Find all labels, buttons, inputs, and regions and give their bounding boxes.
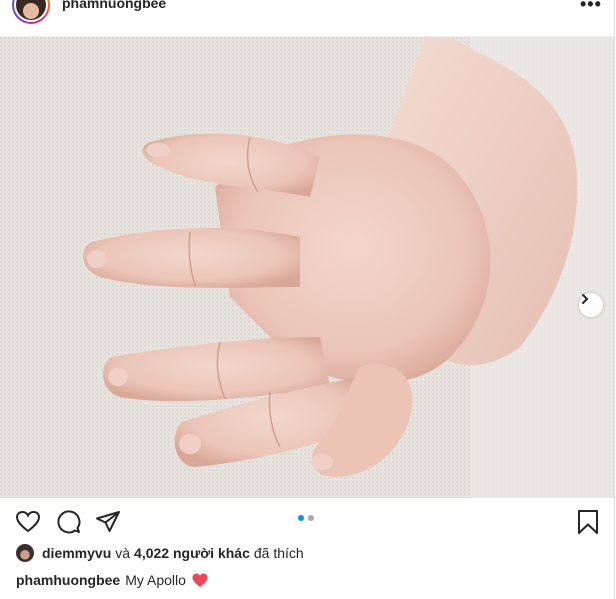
likes-connector: và (115, 545, 131, 561)
caption-username[interactable]: phamhuongbee (16, 572, 120, 588)
comment-icon[interactable] (55, 509, 81, 535)
bookmark-icon[interactable] (575, 509, 601, 535)
baby-hand-photo (0, 37, 614, 498)
liker-avatar[interactable] (16, 544, 34, 562)
carousel-next-button[interactable] (579, 293, 603, 317)
post-image[interactable] (0, 37, 614, 498)
more-options-icon[interactable]: ••• (580, 0, 602, 15)
chevron-right-icon (582, 294, 589, 304)
carousel-dot (308, 515, 314, 521)
likes-row: diemmyvu và 4,022 người khác đã thích (16, 543, 304, 563)
author-username[interactable]: phamnuongbee (62, 0, 166, 11)
post-header: phamnuongbee ••• (0, 0, 614, 37)
instagram-post: phamnuongbee ••• diemmyvu và 4,022 người… (0, 0, 615, 599)
likes-suffix: đã thích (253, 545, 304, 561)
comments-preview-cutoff (16, 594, 96, 599)
caption-text: My Apollo (125, 572, 186, 588)
heart-icon[interactable] (15, 509, 41, 535)
send-icon[interactable] (95, 509, 121, 535)
post-caption: phamhuongbee My Apollo (16, 572, 208, 588)
likes-count[interactable]: 4,022 người khác (134, 545, 250, 561)
author-avatar[interactable] (12, 0, 50, 24)
red-heart-emoji-icon (192, 573, 208, 588)
action-bar (0, 505, 614, 539)
liker-username[interactable]: diemmyvu (42, 545, 111, 561)
carousel-indicator (298, 515, 314, 521)
carousel-dot-active (298, 515, 304, 521)
